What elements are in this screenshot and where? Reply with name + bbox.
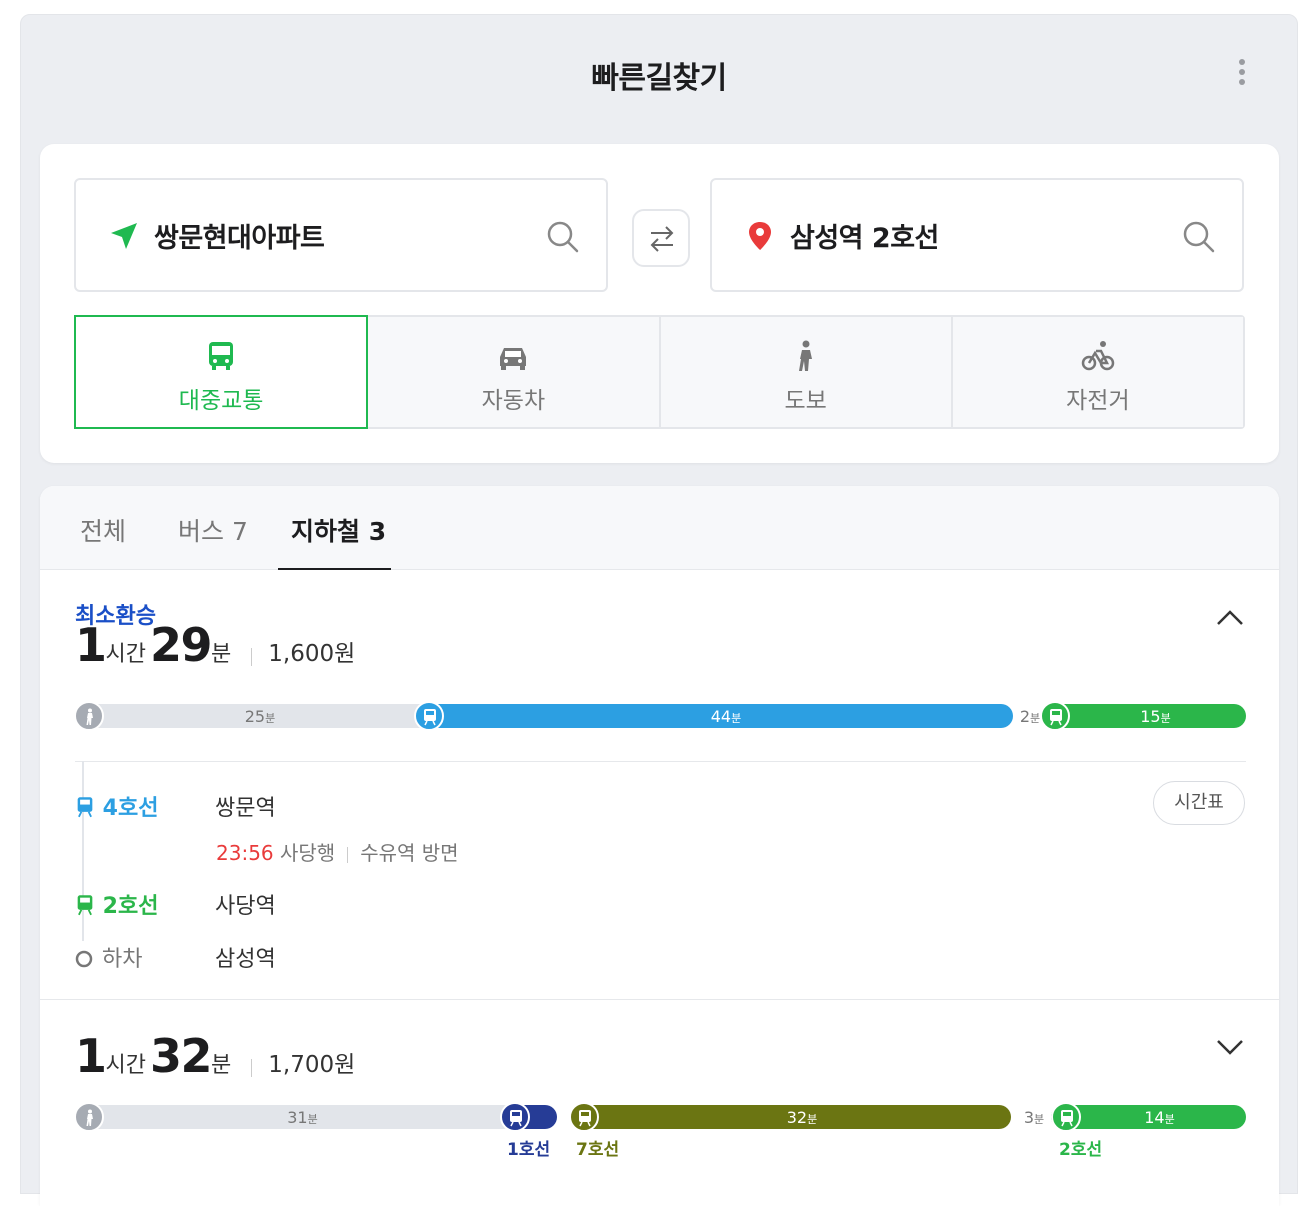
duration-hours: 1 [75,1029,107,1083]
mode-label: 자전거 [1066,388,1130,414]
platform-direction: 수유역 방면 [360,841,459,865]
location-pin-icon [749,222,771,250]
route-timeline: 25분 44분 2분 15분 [74,701,1246,731]
mode-walk[interactable]: 도보 [660,317,953,427]
train-direction: 사당행 [280,841,336,865]
route-duration: 1시간32분 1,700원 [75,1029,355,1083]
alight-circle-icon [75,950,93,968]
subway-node [1040,701,1070,731]
tab-subway[interactable]: 지하철 3 [291,512,386,548]
tab-all[interactable]: 전체 [80,512,126,548]
segment-label: 3분 [1023,1108,1045,1127]
duration-hours: 1 [75,618,107,672]
step-station: 사당역 [215,894,276,919]
route-duration: 1시간29분 1,600원 [75,618,355,672]
swap-arrows-icon [650,226,674,252]
search-icon[interactable] [1182,220,1216,254]
duration-minutes: 29 [150,618,213,672]
transport-mode-tabs: 대중교통 자동차 도보 자전거 [74,315,1245,429]
subway-icon [1050,709,1062,726]
route-timeline: 31분 32분 3분 14분 1호선 7호선 2호선 [74,1102,1246,1160]
segment-label: 32분 [786,1108,818,1127]
subway-node [500,1102,530,1132]
divider [75,761,1246,762]
bus-icon [209,342,234,370]
car-icon [500,348,527,370]
subway-node [414,701,444,731]
mode-label: 도보 [784,388,827,414]
hours-unit: 시간 [105,1053,146,1078]
minutes-unit: 분 [211,1053,232,1078]
destination-field[interactable]: 삼성역 2호선 [710,178,1244,292]
swap-button[interactable] [632,209,690,267]
line-tag: 1호선 [507,1140,551,1160]
step-board: 4호선 쌍문역 [75,790,276,822]
subway-node [569,1102,599,1132]
search-icon[interactable] [546,220,580,254]
step-transfer: 2호선 사당역 [75,888,276,920]
origin-field[interactable]: 쌍문현대아파트 [74,178,608,292]
walk-icon [86,1109,93,1126]
segment-label: 15분 [1140,707,1171,726]
header: 빠른길찾기 [21,15,1297,135]
subway-icon [77,895,93,916]
search-card: 쌍문현대아파트 삼성역 2호선 대중교통 자동차 도보 자전거 [40,144,1279,463]
mode-label: 자동차 [481,388,546,414]
result-filter-tabs: 전체 버스 7 지하철 3 [40,486,1279,570]
departure-info: 23:56 사당행 수유역 방면 [216,837,459,866]
line-tag: 2호선 [1059,1140,1103,1160]
subway-icon [510,1110,522,1127]
origin-text: 쌍문현대아파트 [154,223,325,254]
walk-node [74,701,104,731]
mode-car[interactable]: 자동차 [368,317,661,427]
subway-node [1051,1102,1081,1132]
mode-bicycle[interactable]: 자전거 [952,317,1243,427]
segment-label: 25분 [244,707,276,726]
hours-unit: 시간 [105,642,146,667]
route-item[interactable]: 1시간32분 1,700원 31분 32분 3분 14분 1호선 7호선 2호선 [40,1001,1279,1206]
subway-icon [579,1110,591,1127]
step-line: 2호선 [102,894,159,919]
minutes-unit: 분 [211,642,232,667]
route-fare: 1,700원 [268,1052,356,1078]
subway-icon [1061,1110,1073,1127]
subway-icon [424,709,436,726]
mode-label: 대중교통 [178,388,264,414]
step-station: 삼성역 [215,947,276,972]
step-alight: 하차 삼성역 [75,941,276,973]
destination-text: 삼성역 2호선 [790,223,939,254]
segment-label: 14분 [1144,1108,1175,1127]
more-menu-icon[interactable] [1237,59,1247,91]
mode-transit[interactable]: 대중교통 [74,315,369,429]
bicycle-icon [1081,341,1115,371]
departure-time: 23:56 [216,841,274,865]
step-station: 쌍문역 [215,796,276,821]
duration-minutes: 32 [150,1029,213,1083]
chevron-up-icon[interactable] [1215,607,1245,627]
walk-icon [86,708,93,725]
segment-label: 31분 [287,1108,318,1127]
app-window: 빠른길찾기 쌍문현대아파트 삼성역 2호선 대중교통 자동차 도보 자전거 전체… [20,14,1298,1206]
page-title: 빠른길찾기 [591,61,727,96]
route-fare: 1,600원 [268,641,356,667]
route-item[interactable]: 최소환승 1시간29분 1,600원 25분 44분 2분 15분 4호선 쌍문… [40,570,1279,1000]
walk-icon [798,340,812,371]
my-location-arrow-icon [111,223,137,249]
chevron-down-icon[interactable] [1215,1037,1245,1057]
step-line: 4호선 [102,796,159,821]
tab-bus[interactable]: 버스 7 [178,512,248,548]
step-line: 하차 [102,947,143,972]
timetable-button[interactable]: 시간표 [1153,781,1245,825]
subway-icon [77,797,93,818]
results-card: 전체 버스 7 지하철 3 최소환승 1시간29분 1,600원 25분 44분 … [40,486,1279,1206]
walk-node [74,1102,104,1132]
segment-label: 44분 [710,707,742,726]
line-tag: 7호선 [576,1140,620,1160]
